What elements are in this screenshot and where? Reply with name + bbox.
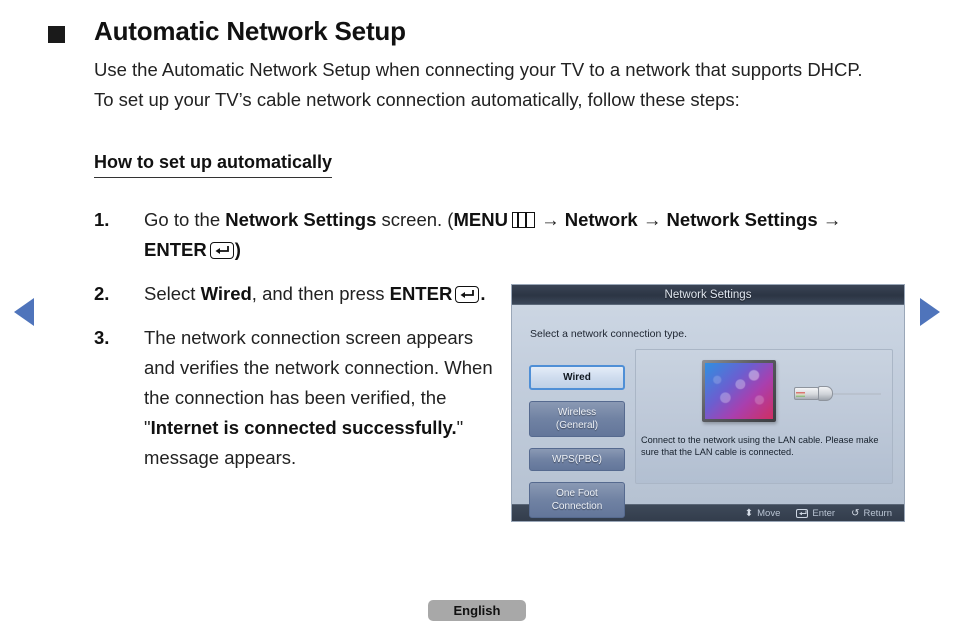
tv-header: Network Settings bbox=[512, 285, 904, 305]
arrow-glyph-2: → bbox=[642, 209, 662, 230]
tv-monitor-icon bbox=[702, 360, 776, 422]
period-1: . bbox=[480, 283, 486, 304]
tv-menu-item-one-foot-connection[interactable]: One Foot Connection bbox=[529, 482, 625, 518]
previous-page-arrow-icon[interactable] bbox=[14, 298, 34, 326]
step-text-a: Go to the bbox=[144, 209, 226, 230]
tv-hint-move-label: Move bbox=[757, 508, 781, 519]
step-text-a: Select bbox=[144, 283, 201, 304]
step-link-network-settings[interactable]: Network Settings bbox=[225, 209, 376, 230]
step-message-internet-connected: Internet is connected successfully. bbox=[150, 417, 457, 438]
tv-menu-item-wps-pbc[interactable]: WPS(PBC) bbox=[529, 448, 625, 471]
return-arrow-icon: ↺ bbox=[851, 507, 860, 519]
tv-description-text: Connect to the network using the LAN cab… bbox=[641, 435, 879, 457]
step-link-network-settings-2[interactable]: Network Settings bbox=[667, 209, 818, 230]
tv-title: Network Settings bbox=[664, 288, 752, 301]
tv-screen-mockup: Network Settings Select a network connec… bbox=[511, 284, 905, 522]
tv-monitor-screen bbox=[705, 363, 773, 419]
menu-key-icon bbox=[511, 212, 535, 228]
up-down-arrow-icon: ⬍ bbox=[744, 507, 754, 519]
menu-key-label: MENU bbox=[453, 209, 508, 230]
arrow-glyph-3: → bbox=[822, 209, 842, 230]
enter-key-icon-2 bbox=[455, 286, 480, 303]
tv-content-panel: Connect to the network using the LAN cab… bbox=[635, 349, 893, 484]
list-item: 2. Select Wired, and then press ENTER. bbox=[94, 279, 494, 309]
step-link-wired[interactable]: Wired bbox=[201, 283, 252, 304]
step-number: 1. bbox=[94, 209, 110, 230]
arrow-glyph-1: → bbox=[541, 209, 560, 230]
lan-plug-body bbox=[794, 387, 819, 400]
tv-menu-item-onefoot-line2: Connection bbox=[551, 501, 603, 512]
tv-menu-item-wireless-line2: (General) bbox=[555, 420, 599, 431]
tv-hint-return[interactable]: ↺ Return bbox=[851, 508, 892, 519]
tv-hint-move[interactable]: ⬍ Move bbox=[745, 508, 781, 519]
closing-paren-1: ) bbox=[234, 239, 241, 260]
step-number: 2. bbox=[94, 283, 110, 304]
step-text-c: , and then press bbox=[251, 283, 390, 304]
enter-key-icon-1 bbox=[209, 242, 234, 259]
intro-paragraph: Use the Automatic Network Setup when con… bbox=[94, 59, 863, 110]
lan-cable-wire bbox=[833, 393, 881, 395]
tv-hint-enter-label: Enter bbox=[812, 508, 836, 519]
sub-heading: How to set up automatically bbox=[94, 152, 333, 178]
tv-menu-item-wireless-general[interactable]: Wireless (General) bbox=[529, 401, 625, 437]
step-text-c: screen. ( bbox=[376, 209, 454, 230]
tv-body: Select a network connection type. Wired … bbox=[512, 305, 904, 518]
step-number: 3. bbox=[94, 327, 110, 348]
enter-key-icon-footer bbox=[796, 509, 809, 518]
steps-list: 1. Go to the Network Settings screen. (M… bbox=[94, 205, 841, 487]
tv-lan-illustration bbox=[702, 360, 882, 426]
lan-plug-boot bbox=[818, 386, 833, 401]
tv-menu-item-onefoot-line1: One Foot bbox=[556, 488, 598, 499]
section-bullet-icon bbox=[48, 26, 65, 43]
page-root: Automatic Network Setup Use the Automati… bbox=[0, 0, 954, 624]
tv-hint-enter[interactable]: Enter bbox=[796, 508, 835, 519]
lan-plug-contacts bbox=[796, 392, 805, 397]
tv-menu-item-wireless-line1: Wireless bbox=[557, 407, 597, 418]
tv-hint-return-label: Return bbox=[863, 508, 892, 519]
next-page-arrow-icon[interactable] bbox=[920, 298, 940, 326]
step-link-network[interactable]: Network bbox=[565, 209, 638, 230]
list-item: 3. The network connection screen appears… bbox=[94, 323, 494, 473]
list-item: 1. Go to the Network Settings screen. (M… bbox=[94, 205, 894, 265]
tv-menu-item-wired[interactable]: Wired bbox=[529, 365, 625, 390]
lan-cable-icon bbox=[794, 385, 881, 402]
enter-key-label-2: ENTER bbox=[389, 283, 453, 304]
tv-subtitle: Select a network connection type. bbox=[530, 328, 688, 340]
enter-key-label-1: ENTER bbox=[144, 239, 207, 260]
tv-connection-type-menu: Wired Wireless (General) WPS(PBC) One Fo… bbox=[529, 365, 625, 521]
language-badge: English bbox=[428, 600, 526, 621]
page-title: Automatic Network Setup bbox=[94, 16, 406, 46]
